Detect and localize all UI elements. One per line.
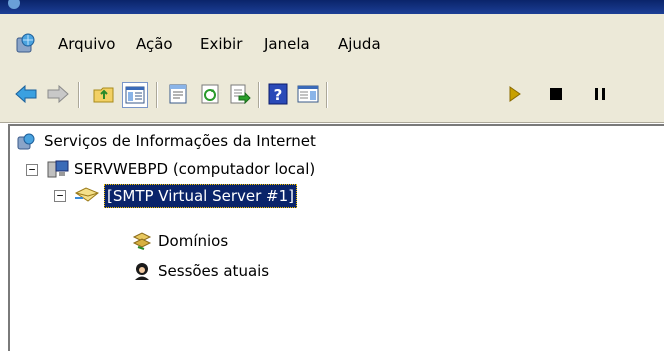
up-folder-icon[interactable]	[92, 82, 116, 106]
back-arrow-icon[interactable]	[14, 82, 38, 106]
forward-arrow-icon[interactable]	[46, 82, 70, 106]
domains-icon	[132, 232, 152, 250]
export-list-icon[interactable]	[228, 82, 252, 106]
toolbar-separator	[156, 82, 158, 108]
collapse-toggle[interactable]: −	[26, 164, 38, 176]
menu-exibir[interactable]: Exibir	[200, 35, 242, 53]
menu-arquivo[interactable]: Arquivo	[58, 35, 115, 53]
mmc-app-icon	[8, 0, 20, 9]
toolbar-separator	[258, 82, 260, 108]
help-icon[interactable]: ?	[266, 82, 290, 106]
smtp-mail-icon	[75, 187, 99, 202]
collapse-toggle[interactable]: −	[54, 190, 66, 202]
tree-label-server: SERVWEBPD (computador local)	[74, 160, 316, 178]
computer-icon	[47, 160, 69, 178]
properties-icon[interactable]	[166, 82, 190, 106]
iis-app-icon[interactable]	[14, 33, 36, 55]
tree-label-iis-root: Serviços de Informações da Internet	[44, 132, 316, 150]
start-icon[interactable]	[502, 82, 526, 106]
toolbar-separator	[78, 82, 80, 108]
iis-services-icon	[17, 133, 35, 150]
menu-ajuda[interactable]: Ajuda	[338, 35, 381, 53]
menu-acao[interactable]: Ação	[136, 35, 173, 53]
refresh-icon[interactable]	[198, 82, 222, 106]
tree-label-dominios: Domínios	[158, 232, 229, 250]
current-sessions-icon	[135, 263, 149, 280]
menu-bar: Arquivo Ação Exibir Janela Ajuda	[0, 14, 664, 64]
svg-text:?: ?	[274, 86, 283, 104]
stop-icon[interactable]	[544, 82, 568, 106]
show-hide-console-tree-icon[interactable]	[122, 82, 148, 108]
window-title-bar[interactable]	[0, 0, 664, 14]
tree-label-smtp-virtual-server: [SMTP Virtual Server #1]	[104, 184, 297, 208]
pause-icon[interactable]	[588, 82, 612, 106]
tree-label-sessoes-atuais: Sessões atuais	[158, 262, 270, 280]
toolbar: ?	[0, 64, 664, 123]
menu-janela[interactable]: Janela	[264, 35, 310, 53]
toolbar-separator	[326, 82, 328, 108]
action-pane-icon[interactable]	[296, 82, 320, 106]
